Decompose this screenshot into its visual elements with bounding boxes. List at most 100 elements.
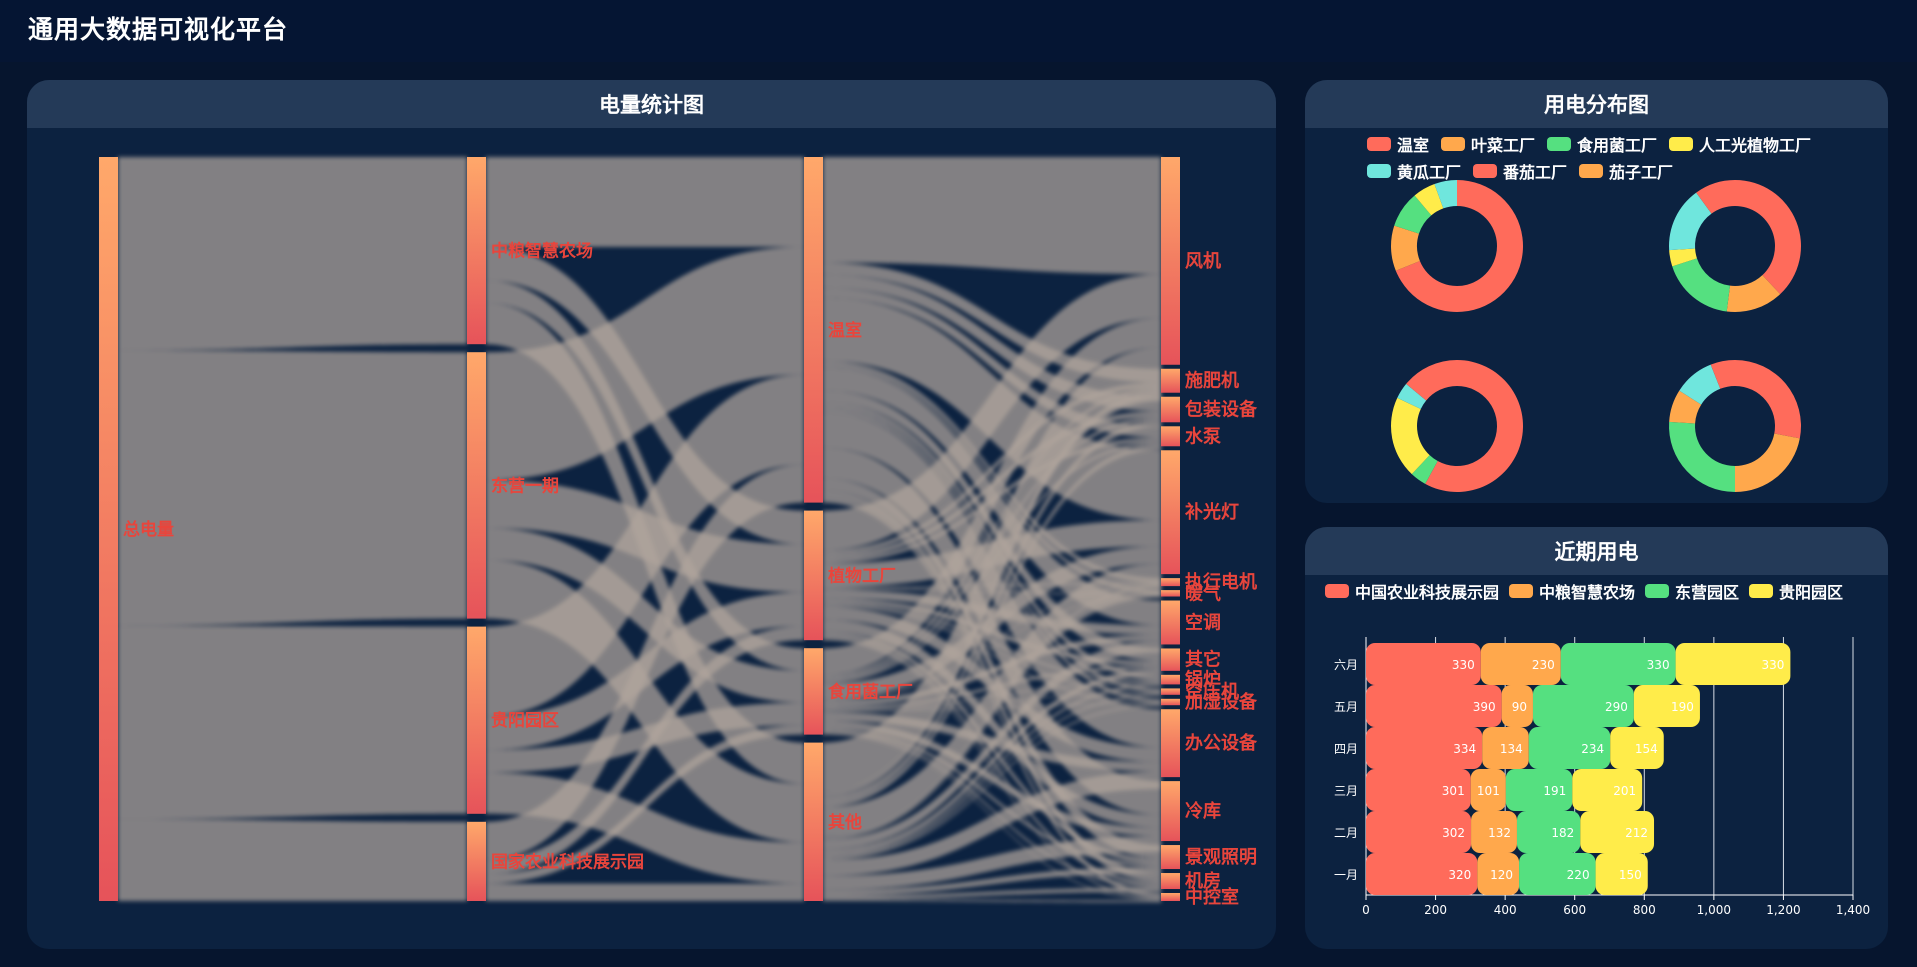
sankey-node[interactable] [804, 742, 823, 901]
bar-panel: 近期用电 中国农业科技展示园 中粮智慧农场 东营园区 贵阳园区 0 200 400 600 8… [1305, 527, 1888, 949]
sankey-node[interactable] [1161, 698, 1180, 706]
sankey-node[interactable] [1161, 893, 1180, 901]
sankey-link [118, 625, 467, 820]
sankey-node[interactable] [1161, 674, 1180, 685]
sankey-node-label: 加湿设备 [1184, 691, 1258, 713]
bar-category-label: 五月 [1334, 700, 1358, 714]
pie-chart [1669, 180, 1801, 312]
sankey-node[interactable] [1161, 845, 1180, 870]
bar-value-label: 320 [1448, 868, 1471, 882]
bar-x-tick-label: 1,000 [1697, 903, 1731, 917]
sankey-node-label: 补光灯 [1184, 501, 1239, 523]
sankey-node[interactable] [467, 157, 486, 345]
sankey-node[interactable] [467, 352, 486, 619]
sankey-link [486, 157, 804, 247]
bar-x-tick-label: 800 [1633, 903, 1656, 917]
bar-value-label: 212 [1625, 826, 1648, 840]
bar-value-label: 154 [1635, 742, 1658, 756]
bar-category-label: 二月 [1334, 826, 1358, 840]
sankey-node[interactable] [467, 821, 486, 901]
pie-slice[interactable] [1735, 360, 1801, 439]
sankey-link [118, 819, 467, 901]
sankey-link [118, 350, 467, 626]
bar-value-label: 234 [1581, 742, 1604, 756]
sankey-node[interactable] [1161, 450, 1180, 575]
sankey-node-label: 其它 [1185, 649, 1221, 671]
sankey-node[interactable] [1161, 873, 1180, 890]
sankey-node-label: 贵阳园区 [491, 710, 559, 731]
bar-value-label: 290 [1605, 700, 1628, 714]
sankey-node[interactable] [1161, 157, 1180, 365]
bar-value-label: 150 [1619, 868, 1642, 882]
pie-chart [1669, 360, 1801, 492]
bar-x-tick-label: 400 [1494, 903, 1517, 917]
bar-value-label: 334 [1453, 742, 1476, 756]
bar-value-label: 201 [1613, 784, 1636, 798]
sankey-node-label: 景观照明 [1185, 847, 1257, 868]
bar-value-label: 190 [1671, 700, 1694, 714]
sankey-node-label: 施肥机 [1185, 370, 1239, 392]
pie-panel: 用电分布图 温室 叶菜工厂 食用菌工厂 人工光植物工厂 黄瓜工厂 番茄工厂 茄子工厂 [1305, 80, 1888, 503]
sankey-node[interactable] [1161, 426, 1180, 447]
bar-value-label: 182 [1551, 826, 1574, 840]
sankey-node-label: 植物工厂 [828, 565, 896, 586]
bar-category-label: 三月 [1334, 784, 1358, 798]
sankey-node[interactable] [804, 648, 823, 735]
sankey-node[interactable] [1161, 648, 1180, 671]
sankey-link [823, 157, 1161, 275]
sankey-node[interactable] [1161, 396, 1180, 423]
bar-x-tick-label: 1,200 [1766, 903, 1800, 917]
bar-value-label: 330 [1452, 658, 1475, 672]
sankey-node-label: 东营一期 [491, 475, 559, 496]
sankey-link [486, 883, 804, 901]
bar-chart: 0 200 400 600 800 1,000 1,200 1,400 六月 330 230 330 3… [1334, 637, 1870, 917]
sankey-node-label: 食用菌工厂 [828, 681, 913, 702]
sankey-node-label: 温室 [828, 320, 862, 341]
sankey-node[interactable] [804, 510, 823, 641]
bar-x-tick-label: 600 [1563, 903, 1586, 917]
sankey-node-label: 冷库 [1185, 800, 1221, 822]
bar-category-label: 四月 [1334, 742, 1358, 756]
bar-value-label: 134 [1500, 742, 1523, 756]
sankey-node-label: 国家农业科技展示园 [491, 851, 644, 872]
sankey-node[interactable] [1161, 578, 1180, 587]
pie-slice[interactable] [1672, 258, 1730, 312]
pie-slice[interactable] [1735, 180, 1801, 295]
bar-value-label: 330 [1761, 658, 1784, 672]
sankey-node[interactable] [1161, 600, 1180, 645]
sankey-node[interactable] [467, 626, 486, 814]
sankey-node[interactable] [99, 157, 118, 901]
sankey-node-label: 中控室 [1185, 886, 1239, 908]
bar-x-tick-label: 200 [1424, 903, 1447, 917]
bar-value-label: 132 [1488, 826, 1511, 840]
bar-panel-title: 近期用电 [1305, 527, 1888, 575]
pie-slice[interactable] [1669, 421, 1735, 492]
sankey-node[interactable] [1161, 368, 1180, 393]
sankey-node[interactable] [1161, 781, 1180, 842]
sankey-node[interactable] [1161, 709, 1180, 778]
bar-category-label: 六月 [1334, 658, 1358, 672]
sankey-node[interactable] [804, 157, 823, 503]
sankey-node-label: 办公设备 [1185, 732, 1258, 754]
bar-value-label: 220 [1567, 868, 1590, 882]
sankey-node[interactable] [1161, 688, 1180, 695]
pie-slice[interactable] [1735, 433, 1800, 492]
bar-value-label: 90 [1512, 700, 1527, 714]
sankey-node[interactable] [1161, 590, 1180, 597]
sankey-node-label: 空调 [1185, 611, 1221, 633]
sankey-link [823, 899, 1161, 903]
top-bar: 通用大数据可视化平台 [0, 0, 1917, 62]
pie-charts [1391, 180, 1801, 493]
pie-chart [1391, 360, 1523, 493]
sankey-node-label: 中粮智慧农场 [491, 241, 593, 262]
bar-value-label: 390 [1473, 700, 1496, 714]
bar-category-label: 一月 [1334, 868, 1358, 882]
sankey-chart: 总电量 中粮智慧农场东营一期贵阳园区国家农业科技展示园 温室植物工厂食用菌工厂其他 风… [99, 157, 1258, 908]
pie-panel-title: 用电分布图 [1305, 80, 1888, 128]
bar-value-label: 191 [1543, 784, 1566, 798]
sankey-node-label: 总电量 [123, 519, 174, 540]
bar-x-tick-label: 0 [1362, 903, 1370, 917]
bar-value-label: 302 [1442, 826, 1465, 840]
bar-value-label: 330 [1647, 658, 1670, 672]
sankey-panel: 电量统计图 总电量 中粮智慧农场 东营一期 贵阳园区 国家农业科技展示园 温室 植物工厂 食用… [27, 80, 1276, 949]
